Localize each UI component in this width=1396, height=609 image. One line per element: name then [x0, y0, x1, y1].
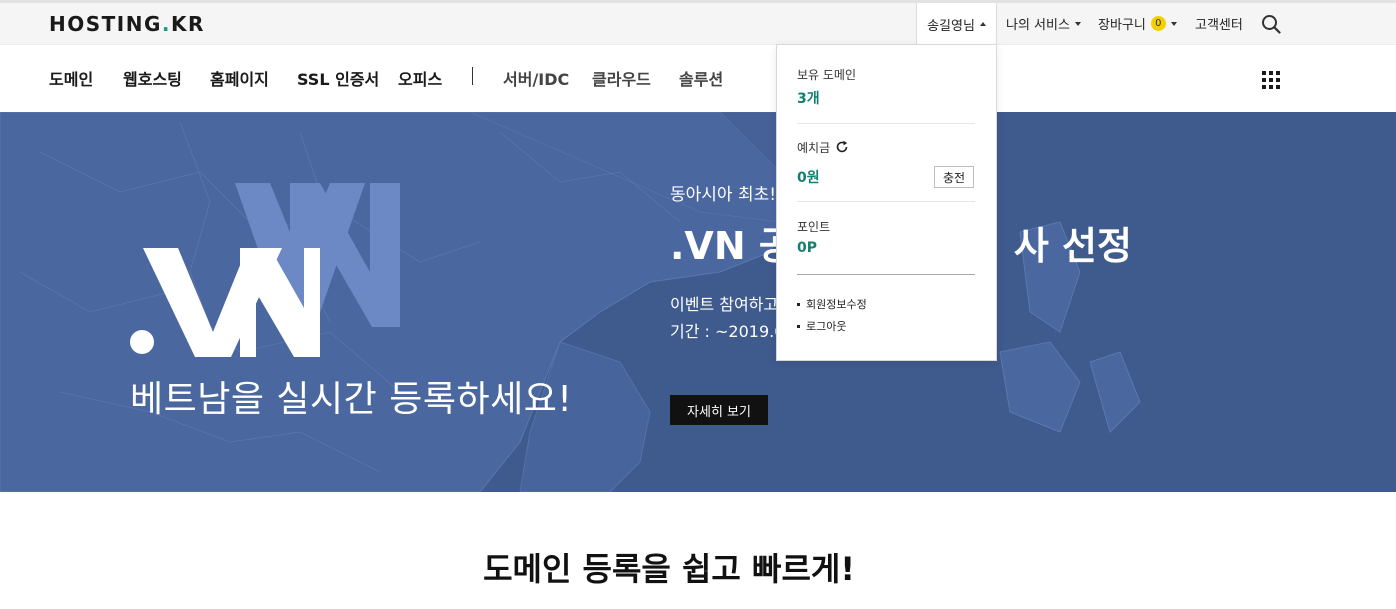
nav-server-idc[interactable]: 서버/IDC	[503, 66, 569, 90]
nav-homepage[interactable]: 홈페이지	[210, 66, 269, 90]
logout-link[interactable]: 로그아웃	[797, 318, 846, 334]
cart-count-badge: 0	[1150, 16, 1166, 31]
search-icon[interactable]	[1261, 14, 1281, 34]
divider	[797, 274, 975, 275]
divider	[797, 201, 975, 202]
deposit-value: 0원	[797, 170, 820, 186]
section-title: 도메인 등록을 쉽고 빠르게!	[483, 550, 855, 588]
cart-menu[interactable]: 장바구니 0	[1098, 3, 1177, 44]
edit-profile-link[interactable]: 회원정보수정	[797, 296, 867, 312]
domains-label: 보유 도메인	[797, 68, 857, 82]
caret-down-icon	[1170, 21, 1177, 26]
hero-event-text: 이벤트 참여하고	[670, 295, 779, 314]
points-value: 0P	[797, 240, 818, 256]
main-navigation: 도메인 웹호스팅 홈페이지 SSL 인증서 오피스 서버/IDC 클라우드 솔루…	[0, 45, 1396, 112]
charge-button[interactable]: 충전	[934, 166, 974, 188]
points-label: 포인트	[797, 220, 831, 234]
grid-menu-icon[interactable]	[1262, 71, 1280, 89]
hero-headline: 베트남을 실시간 등록하세요!	[130, 379, 573, 420]
site-logo[interactable]: HOSTING. KR	[49, 12, 205, 36]
hero-kicker: 동아시아 최초!	[670, 185, 777, 205]
nav-office[interactable]: 오피스	[398, 66, 442, 90]
bullet-icon	[797, 302, 800, 306]
divider	[797, 123, 975, 124]
refresh-icon[interactable]	[835, 140, 849, 154]
nav-ssl[interactable]: SSL 인증서	[297, 66, 379, 90]
caret-down-icon	[1074, 21, 1081, 26]
nav-divider	[472, 67, 473, 85]
hero-banner[interactable]: 베트남을 실시간 등록하세요! 동아시아 최초! .VN 공사 선정 이벤트 참…	[0, 112, 1396, 492]
top-utility-bar: HOSTING. KR 송길영님 나의 서비스 장바구니 0 고객센터	[0, 3, 1396, 45]
caret-up-icon	[979, 22, 986, 26]
nav-cloud[interactable]: 클라우드	[592, 66, 651, 90]
nav-webhosting[interactable]: 웹호스팅	[123, 66, 182, 90]
details-button[interactable]: 자세히 보기	[670, 395, 768, 425]
logo-dot: .	[161, 12, 171, 36]
nav-solution[interactable]: 솔루션	[679, 66, 723, 90]
user-menu-toggle[interactable]: 송길영님	[916, 3, 997, 45]
nav-domain[interactable]: 도메인	[49, 66, 93, 90]
user-name: 송길영님	[927, 18, 975, 34]
support-link[interactable]: 고객센터	[1195, 3, 1243, 44]
account-dropdown: 보유 도메인 3개 예치금 0원 충전 포인트 0P 회원정보수정 로그아웃	[776, 44, 997, 361]
deposit-label: 예치금	[797, 141, 831, 155]
bullet-icon	[797, 324, 800, 328]
my-services-menu[interactable]: 나의 서비스	[1006, 3, 1081, 44]
domains-value[interactable]: 3개	[797, 88, 820, 108]
